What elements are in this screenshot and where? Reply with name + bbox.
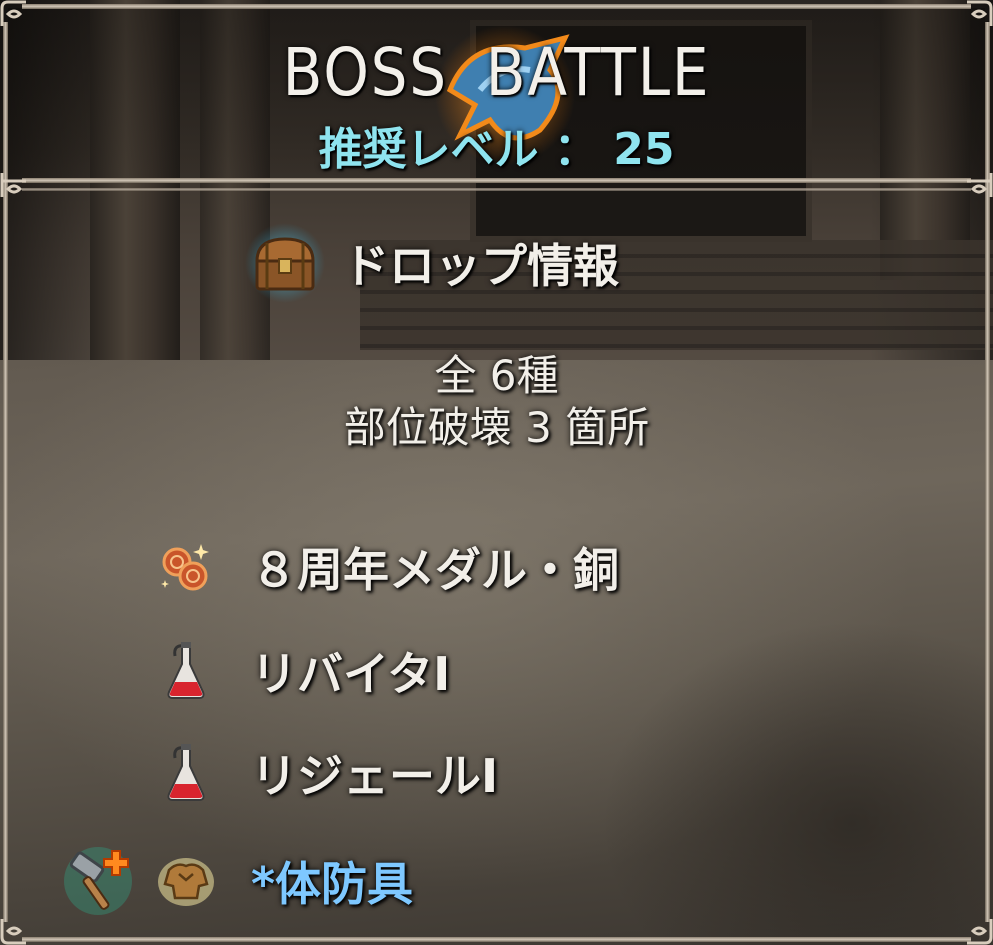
- drop-info-header: ドロップ情報: [245, 220, 619, 306]
- boss-drop-screen: BOSS BATTLE 推奨レベル ： 25 ドロップ情報 全 6種 部位破壊 …: [0, 0, 993, 945]
- drop-item-label: *体防具: [251, 857, 414, 911]
- corner-ornament-icon: [965, 917, 993, 945]
- frame-bottom: [22, 937, 971, 942]
- recommended-level: 推奨レベル ： 25: [318, 124, 675, 175]
- drop-info-title: ドロップ情報: [343, 239, 619, 293]
- potion-flask-icon: [155, 640, 217, 702]
- corner-ornament-icon: [0, 0, 28, 28]
- drop-item-label: ８周年メダル・銅: [251, 543, 619, 597]
- treasure-chest-icon: [245, 223, 325, 303]
- frame-top: [22, 4, 971, 9]
- boss-battle-title: BOSS BATTLE: [282, 34, 711, 111]
- body-armor-icon: [155, 850, 217, 912]
- bronze-medal-icon: [155, 536, 217, 598]
- frame-divider: [22, 178, 971, 183]
- drop-item-label: リバイタⅠ: [251, 647, 451, 701]
- background-floor-shadow: [600, 620, 993, 945]
- corner-ornament-icon: [0, 917, 28, 945]
- drop-item: ８周年メダル・銅: [155, 532, 619, 602]
- drop-item: *体防具: [155, 846, 413, 916]
- drop-item: リバイタⅠ: [155, 636, 450, 706]
- hammer-plus-icon: [62, 845, 134, 917]
- part-break-count: 部位破壊 3 箇所: [343, 403, 650, 452]
- corner-ornament-icon: [965, 0, 993, 28]
- drop-item: リジェールⅠ: [155, 738, 498, 808]
- potion-flask-icon: [155, 742, 217, 804]
- frame-divider-inner: [22, 188, 971, 191]
- drop-item-label: リジェールⅠ: [251, 749, 499, 803]
